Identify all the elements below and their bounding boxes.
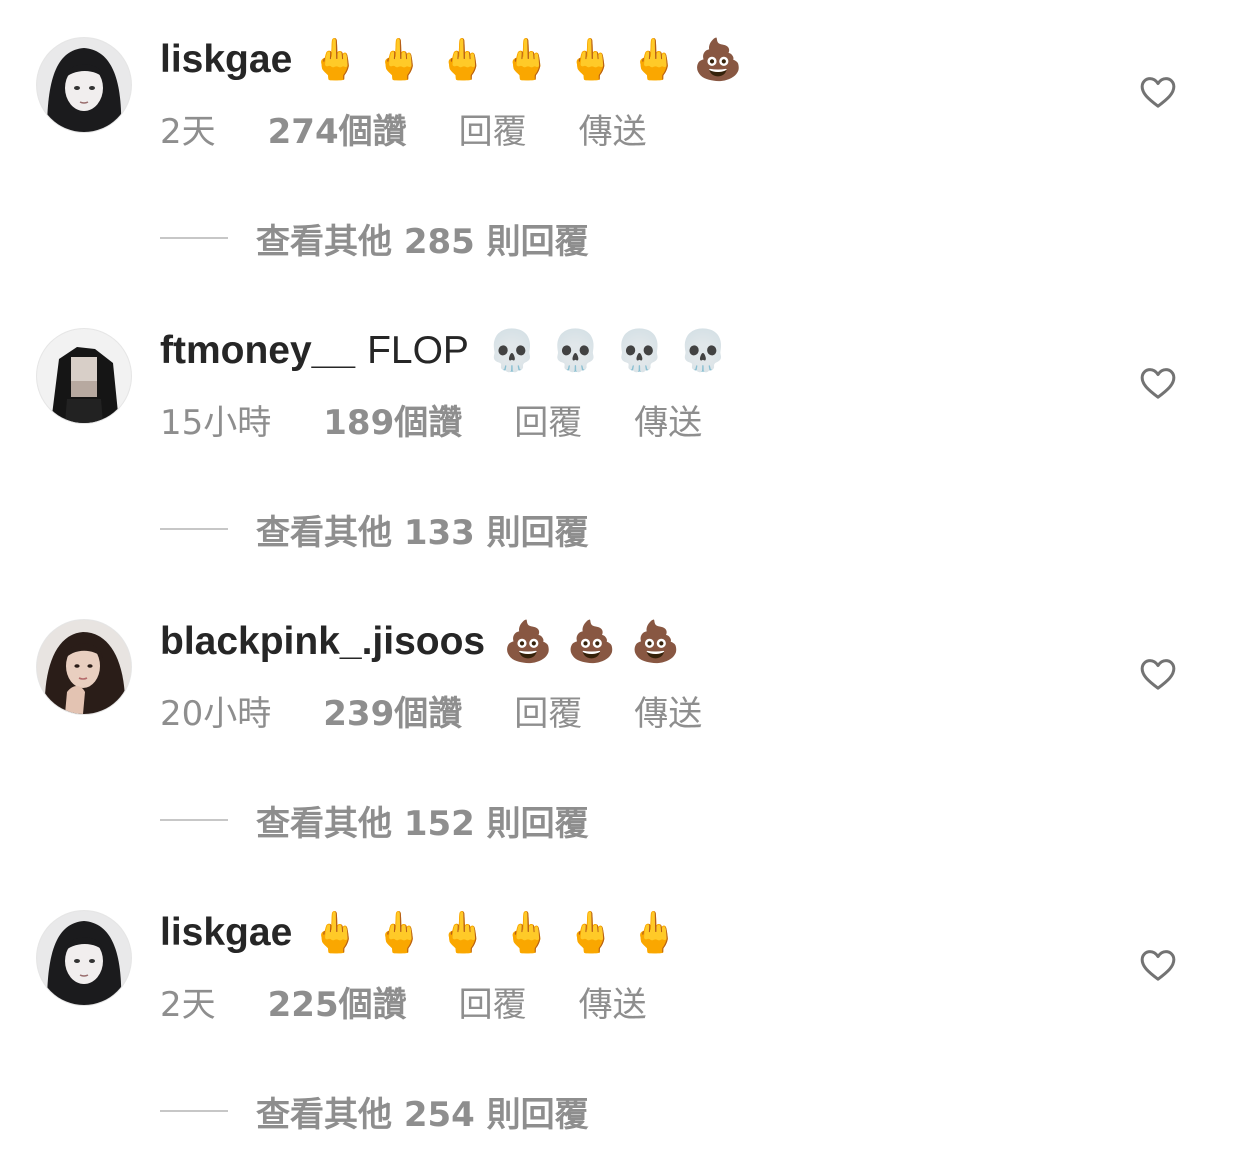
heart-icon[interactable] [1138, 654, 1178, 694]
likes-count[interactable]: 189個讚 [323, 395, 462, 444]
comment-meta: 20小時 239個讚 回覆 傳送 [160, 686, 754, 734]
comment-emojis: 🖕🖕🖕🖕🖕🖕💩 [310, 37, 757, 83]
likes-count[interactable]: 274個讚 [268, 104, 407, 153]
divider [160, 528, 228, 530]
view-replies-button[interactable]: 查看其他 133 則回覆 [160, 505, 589, 553]
send-button[interactable]: 傳送 [634, 686, 702, 735]
comment-text: FLOP [367, 329, 469, 372]
comment-line: liskgae 🖕🖕🖕🖕🖕🖕 [160, 903, 693, 963]
comment-time: 2天 [160, 111, 216, 152]
comment-emojis: 💀💀💀💀 [486, 328, 743, 374]
heart-icon[interactable] [1138, 72, 1178, 112]
comment-time: 20小時 [160, 693, 272, 734]
comment-item: ftmoney__ FLOP 💀💀💀💀 15小時 189個讚 回覆 傳送 查看其… [0, 291, 1242, 582]
reply-button[interactable]: 回覆 [459, 104, 527, 153]
view-replies-label: 查看其他 254 則回覆 [256, 1094, 589, 1135]
comment-meta: 15小時 189個讚 回覆 傳送 [160, 395, 754, 443]
heart-icon[interactable] [1138, 945, 1178, 985]
divider [160, 1110, 228, 1112]
divider [160, 819, 228, 821]
send-button[interactable]: 傳送 [579, 977, 647, 1026]
comment-item: liskgae 🖕🖕🖕🖕🖕🖕💩 2天 274個讚 回覆 傳送 查看其他 285 … [0, 0, 1242, 291]
username[interactable]: ftmoney__ [160, 321, 355, 381]
comment-line: ftmoney__ FLOP 💀💀💀💀 [160, 321, 742, 381]
comment-item: liskgae 🖕🖕🖕🖕🖕🖕 2天 225個讚 回覆 傳送 查看其他 254 則… [0, 873, 1242, 1164]
comment-line: liskgae 🖕🖕🖕🖕🖕🖕💩 [160, 30, 757, 90]
reply-button[interactable]: 回覆 [514, 395, 582, 444]
view-replies-button[interactable]: 查看其他 285 則回覆 [160, 214, 589, 262]
avatar[interactable] [37, 620, 131, 714]
view-replies-button[interactable]: 查看其他 152 則回覆 [160, 796, 589, 844]
heart-icon[interactable] [1138, 363, 1178, 403]
comment-meta: 2天 225個讚 回覆 傳送 [160, 977, 699, 1025]
comment-line: blackpink_.jisoos 💩💩💩 [160, 612, 695, 672]
comment-meta: 2天 274個讚 回覆 傳送 [160, 104, 699, 152]
send-button[interactable]: 傳送 [634, 395, 702, 444]
comment-emojis: 💩💩💩 [503, 619, 695, 665]
view-replies-label: 查看其他 152 則回覆 [256, 803, 589, 844]
username[interactable]: liskgae [160, 30, 292, 90]
send-button[interactable]: 傳送 [579, 104, 647, 153]
avatar[interactable] [37, 38, 131, 132]
view-replies-button[interactable]: 查看其他 254 則回覆 [160, 1087, 589, 1135]
comment-time: 15小時 [160, 402, 272, 443]
username[interactable]: blackpink_.jisoos [160, 612, 485, 672]
comment-item: blackpink_.jisoos 💩💩💩 20小時 239個讚 回覆 傳送 查… [0, 582, 1242, 873]
likes-count[interactable]: 239個讚 [323, 686, 462, 735]
avatar[interactable] [37, 911, 131, 1005]
view-replies-label: 查看其他 285 則回覆 [256, 221, 589, 262]
reply-button[interactable]: 回覆 [514, 686, 582, 735]
username[interactable]: liskgae [160, 903, 292, 963]
comment-time: 2天 [160, 984, 216, 1025]
comment-emojis: 🖕🖕🖕🖕🖕🖕 [310, 910, 694, 956]
view-replies-label: 查看其他 133 則回覆 [256, 512, 589, 553]
avatar[interactable] [37, 329, 131, 423]
divider [160, 237, 228, 239]
likes-count[interactable]: 225個讚 [268, 977, 407, 1026]
reply-button[interactable]: 回覆 [459, 977, 527, 1026]
